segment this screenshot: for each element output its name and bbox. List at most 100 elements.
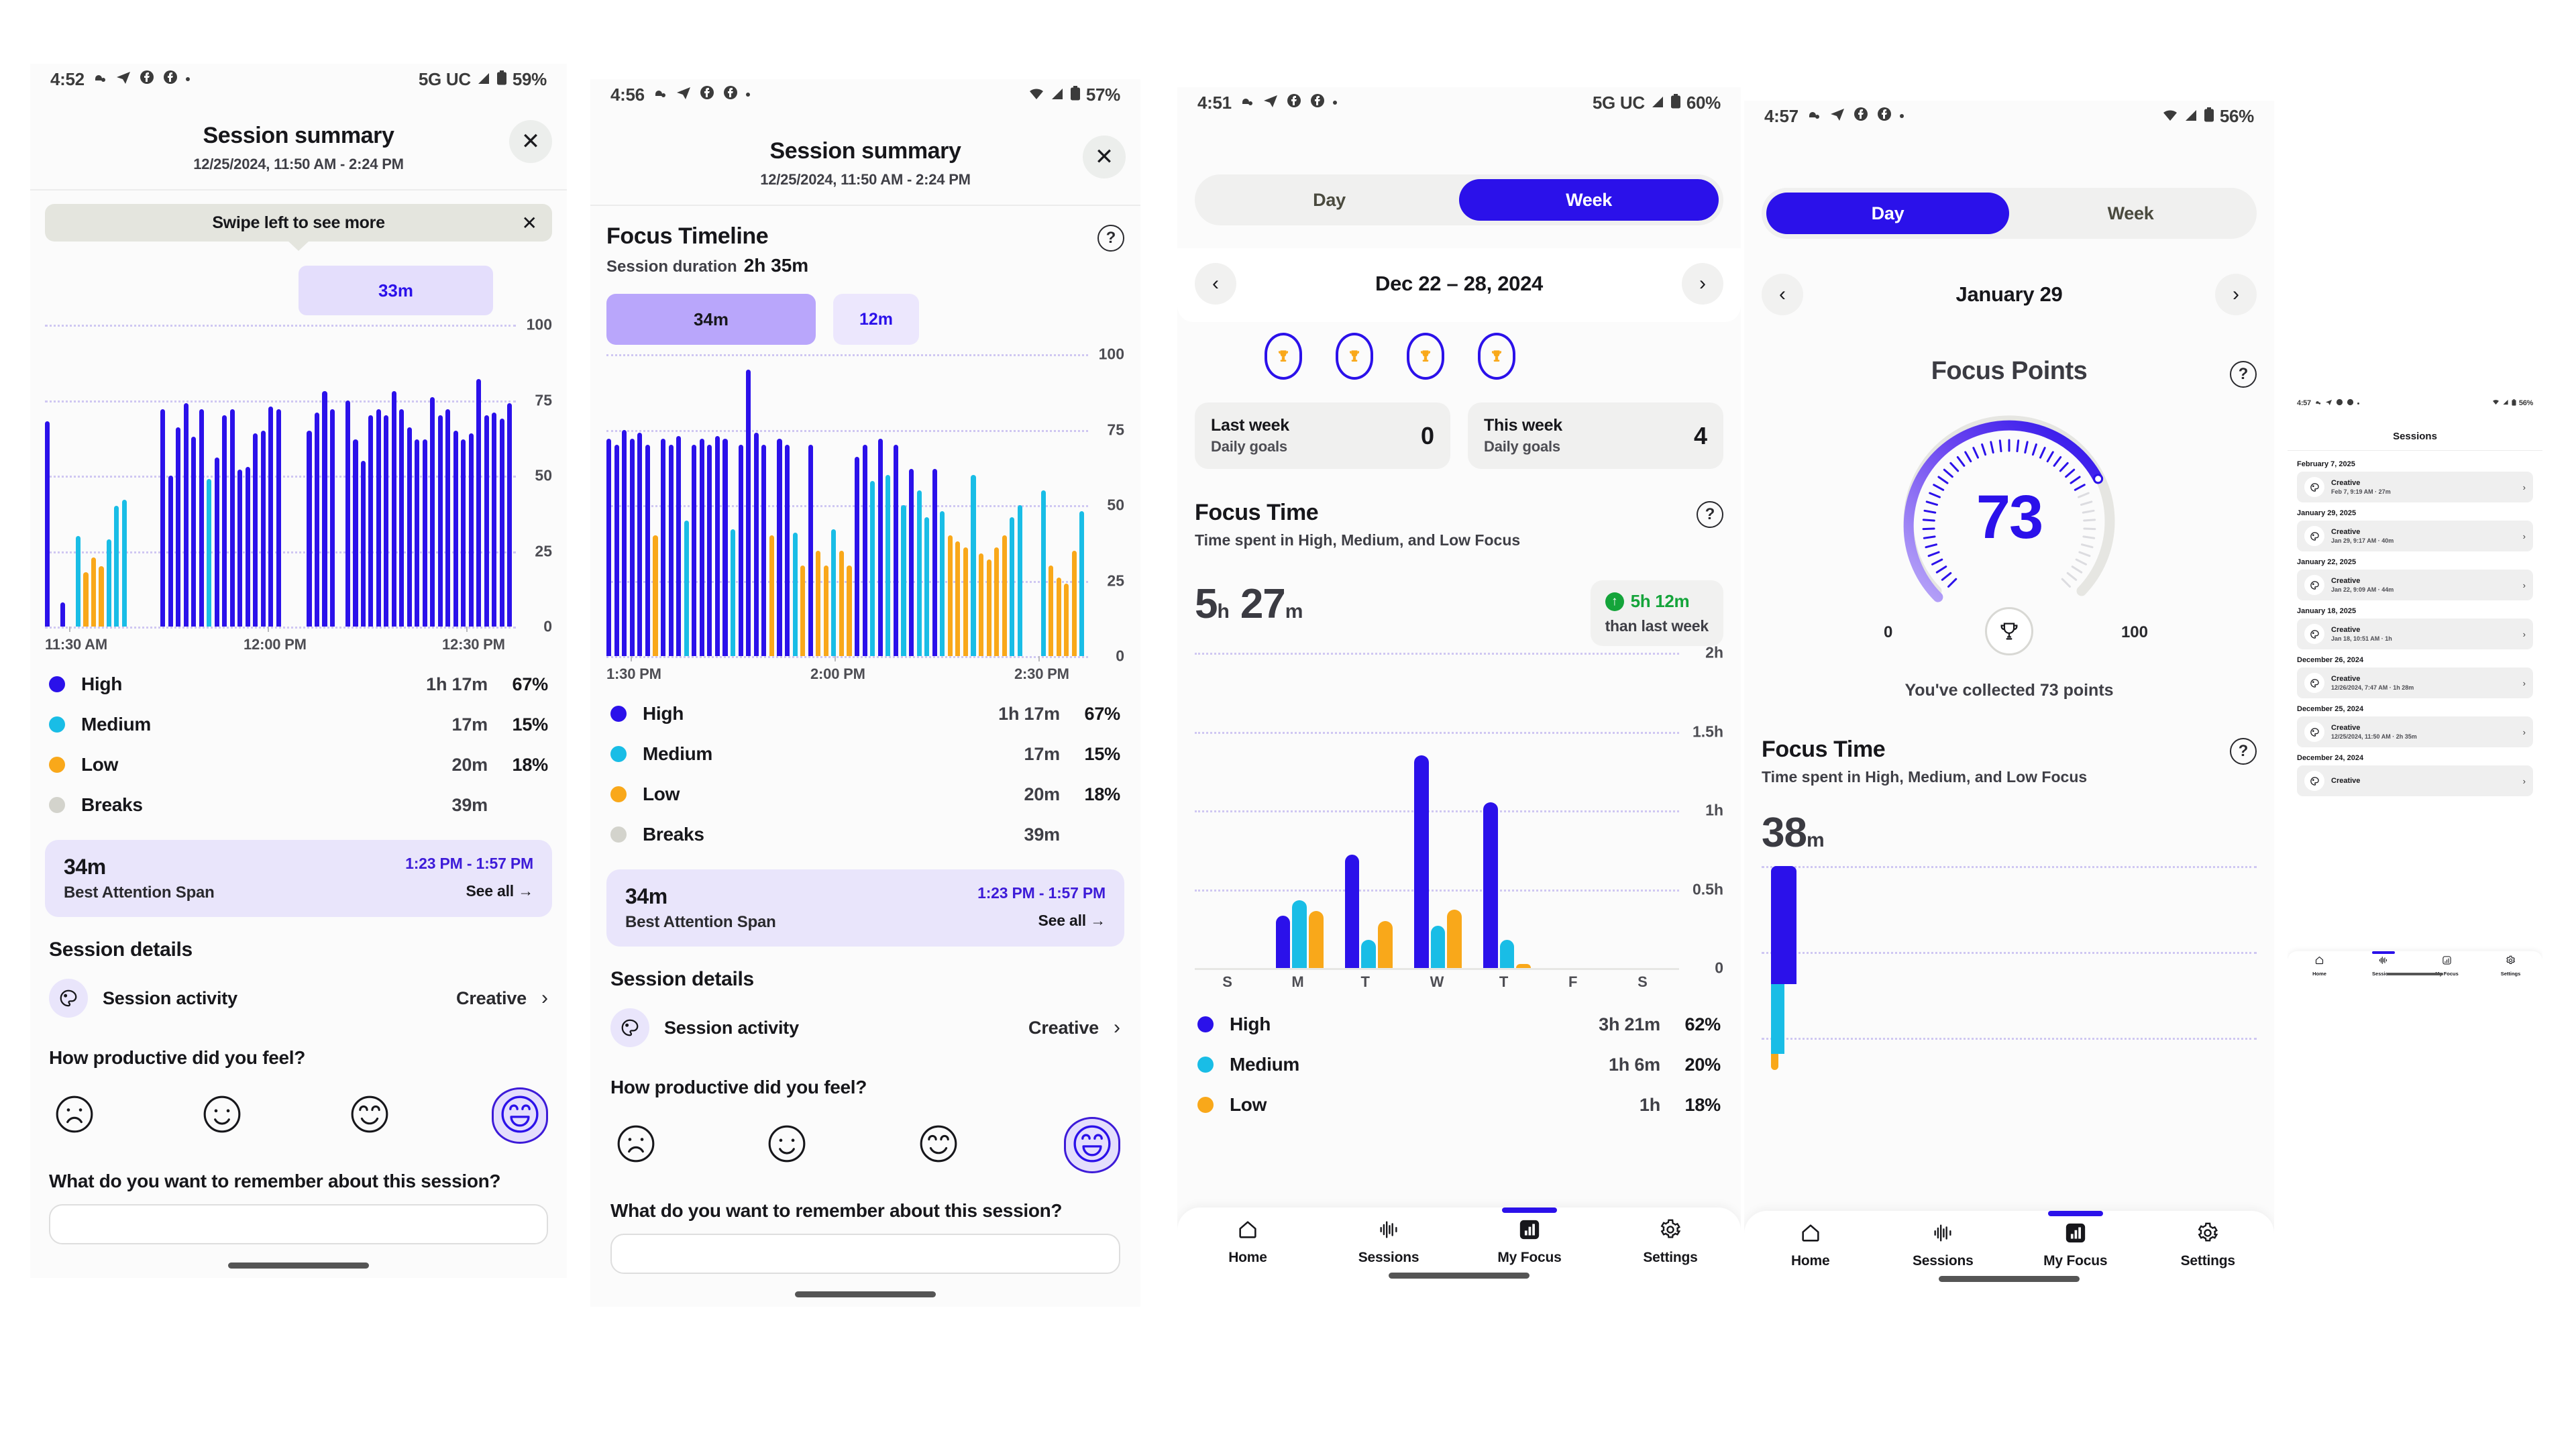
session-note-input[interactable] — [610, 1234, 1120, 1274]
segment-week[interactable]: Week — [1459, 179, 1719, 221]
nav-item-home[interactable]: Home — [1177, 1218, 1318, 1266]
nav-item-sessions[interactable]: Sessions — [1877, 1222, 2010, 1269]
next-week-button[interactable]: › — [1682, 263, 1723, 305]
y-axis-tick: 2h — [1705, 643, 1723, 661]
bar — [384, 415, 389, 627]
help-icon[interactable]: ? — [2230, 738, 2257, 765]
tooltip-close-icon[interactable]: ✕ — [522, 212, 537, 234]
chevron-right-icon[interactable]: › — [541, 987, 548, 1010]
last-week-card[interactable]: Last week Daily goals 0 — [1195, 402, 1450, 469]
bar — [637, 433, 643, 656]
bar — [847, 566, 852, 656]
chevron-right-icon[interactable]: › — [2523, 580, 2526, 590]
swipe-hint-tooltip[interactable]: Swipe left to see more ✕ — [45, 204, 552, 241]
segment-day[interactable]: Day — [1766, 193, 2009, 234]
session-activity-row[interactable]: Session activity Creative › — [610, 1008, 1120, 1047]
nav-item-home[interactable]: Home — [2288, 955, 2351, 977]
waveform-icon — [1377, 1218, 1400, 1244]
attention-chip-2[interactable]: 12m — [833, 294, 919, 345]
nav-item-settings[interactable]: Settings — [2479, 955, 2542, 977]
nav-item-settings[interactable]: Settings — [2142, 1222, 2275, 1269]
chevron-right-icon[interactable]: › — [1114, 1016, 1120, 1039]
legend-row: High 1h 17m 67% — [610, 694, 1120, 734]
signal-icon — [476, 69, 491, 90]
session-list-item[interactable]: Creative 12/25/2024, 11:50 AM · 2h 35m › — [2297, 716, 2533, 747]
bar — [877, 439, 883, 656]
notification-icon — [1806, 106, 1822, 127]
session-list-item[interactable]: Creative › — [2297, 765, 2533, 796]
chevron-right-icon[interactable]: › — [2523, 776, 2526, 786]
day-week-segmented-control[interactable]: Day Week — [1762, 188, 2257, 239]
chevron-left-icon: ‹ — [1779, 283, 1786, 305]
legend-row: Low 1h 18% — [1197, 1085, 1721, 1125]
bar — [1430, 925, 1446, 968]
see-all-link[interactable]: See all → — [977, 912, 1106, 930]
close-button[interactable]: ✕ — [1083, 136, 1126, 178]
mood-option-4[interactable] — [1063, 1117, 1120, 1173]
session-activity-row[interactable]: Session activity Creative › — [49, 979, 548, 1018]
session-list-item[interactable]: Creative Jan 18, 10:51 AM · 1h › — [2297, 619, 2533, 649]
mood-option-3[interactable] — [344, 1090, 395, 1141]
mood-option-2[interactable] — [761, 1120, 812, 1171]
close-button[interactable]: ✕ — [509, 120, 552, 163]
mood-rating-group[interactable] — [49, 1087, 548, 1144]
prev-day-button[interactable]: ‹ — [1762, 274, 1803, 315]
bar — [1344, 854, 1360, 968]
chevron-right-icon[interactable]: › — [2523, 531, 2526, 541]
legend-label: Low — [643, 784, 680, 804]
arrow-up-icon: ↑ — [1605, 592, 1624, 611]
chevron-left-icon: ‹ — [1212, 272, 1219, 294]
bar — [979, 553, 984, 656]
this-week-card[interactable]: This week Daily goals 4 — [1468, 402, 1723, 469]
help-icon[interactable]: ? — [1097, 225, 1124, 252]
day-week-segmented-control[interactable]: Day Week — [1195, 174, 1723, 225]
session-name: Creative — [2331, 576, 2361, 585]
session-note-input[interactable] — [49, 1204, 548, 1244]
chevron-right-icon[interactable]: › — [2523, 678, 2526, 688]
legend-row: Breaks 39m — [610, 814, 1120, 855]
session-list-item[interactable]: Creative Feb 7, 9:19 AM · 27m › — [2297, 472, 2533, 502]
palette-icon — [2304, 722, 2324, 742]
nav-item-my-focus[interactable]: My Focus — [2009, 1211, 2142, 1269]
segment-day[interactable]: Day — [1199, 179, 1459, 221]
weekly-chart-x-axis: SMTWTFS — [1195, 968, 1723, 995]
waveform-icon — [2378, 955, 2388, 969]
see-all-link[interactable]: See all → — [405, 882, 534, 900]
y-axis-tick: 50 — [535, 466, 552, 484]
nav-item-sessions[interactable]: Sessions — [1318, 1218, 1459, 1266]
next-day-button[interactable]: › — [2215, 274, 2257, 315]
bar — [901, 505, 906, 656]
legend-color-dot — [610, 786, 627, 802]
help-icon[interactable]: ? — [2230, 361, 2257, 388]
mood-option-3[interactable] — [913, 1120, 964, 1171]
nav-item-my-focus[interactable]: My Focus — [1459, 1208, 1600, 1266]
mood-option-1[interactable] — [610, 1120, 661, 1171]
mood-option-2[interactable] — [197, 1090, 248, 1141]
segment-week[interactable]: Week — [2009, 193, 2252, 234]
session-list-item[interactable]: Creative Jan 22, 9:09 AM · 44m › — [2297, 570, 2533, 600]
prev-week-button[interactable]: ‹ — [1195, 263, 1236, 305]
best-attention-span-card[interactable]: 34m Best Attention Span 1:23 PM - 1:57 P… — [606, 869, 1124, 947]
chevron-right-icon[interactable]: › — [2523, 727, 2526, 737]
session-date-header: January 22, 2025 — [2297, 558, 2357, 566]
attention-span-chip[interactable]: 33m — [299, 266, 493, 315]
session-activity-label: Session activity — [664, 1017, 799, 1038]
session-list-item[interactable]: Creative Jan 29, 9:17 AM · 40m › — [2297, 521, 2533, 551]
legend-color-dot — [1197, 1057, 1214, 1073]
session-list-item[interactable]: Creative 12/26/2024, 7:47 AM · 1h 28m › — [2297, 667, 2533, 698]
mood-option-1[interactable] — [49, 1090, 100, 1141]
attention-chip-1[interactable]: 34m — [606, 294, 816, 345]
status-time: 4:52 — [50, 68, 85, 89]
help-icon[interactable]: ? — [1697, 501, 1723, 528]
chevron-right-icon[interactable]: › — [2523, 482, 2526, 492]
focus-time-subtitle: Time spent in High, Medium, and Low Focu… — [1762, 768, 2088, 786]
mood-option-4[interactable] — [492, 1087, 548, 1144]
chevron-right-icon[interactable]: › — [2523, 629, 2526, 639]
mood-happy-icon — [349, 1093, 390, 1138]
bar — [237, 470, 243, 627]
nav-item-home[interactable]: Home — [1744, 1222, 1877, 1269]
nav-item-label: Home — [1790, 1253, 1830, 1269]
nav-item-settings[interactable]: Settings — [1600, 1218, 1741, 1266]
best-attention-span-card[interactable]: 34m Best Attention Span 1:23 PM - 1:57 P… — [45, 840, 552, 917]
mood-rating-group[interactable] — [610, 1117, 1120, 1173]
